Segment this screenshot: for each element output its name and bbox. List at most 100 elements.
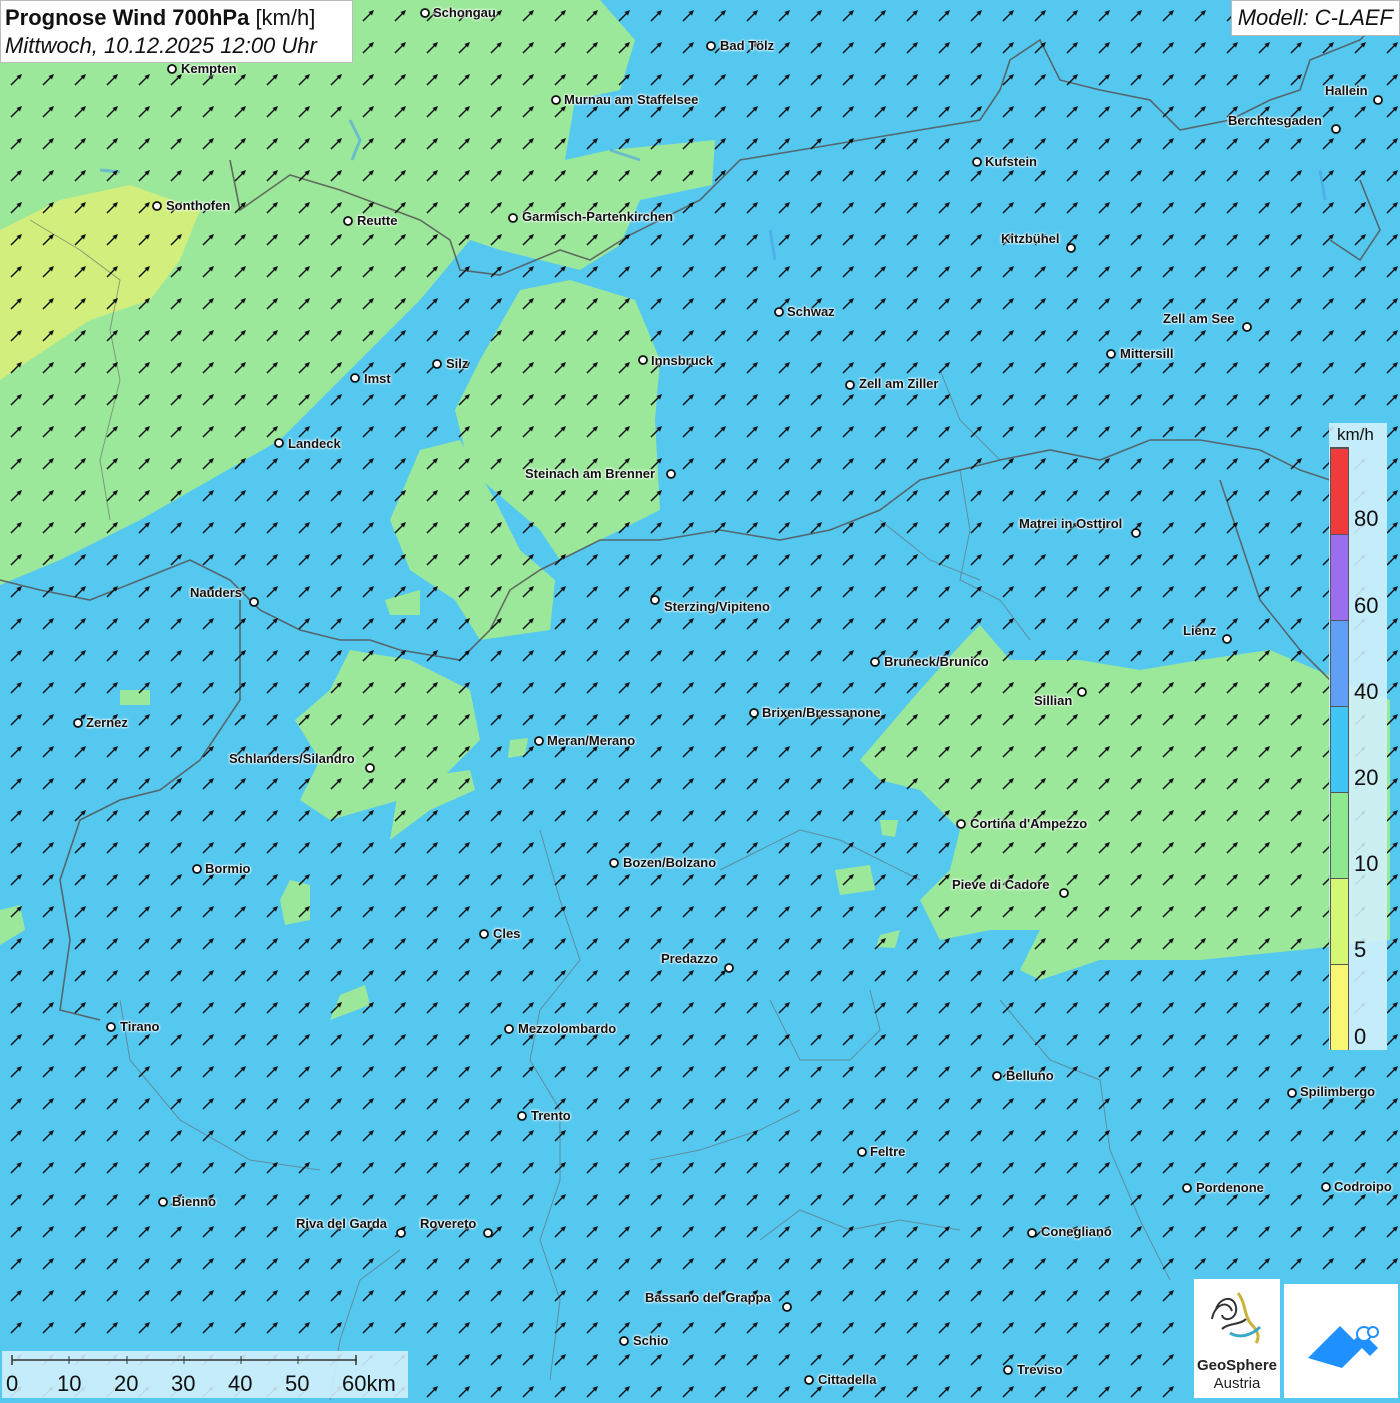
city-label-kufstein: Kufstein [985, 154, 1037, 169]
legend-label-40: 40 [1354, 679, 1379, 704]
city-marker [343, 216, 353, 226]
geosphere-sub: Austria [1213, 1375, 1261, 1392]
city-label-bienno: Bienno [172, 1194, 217, 1209]
city-marker [517, 1111, 527, 1121]
city-marker [350, 373, 360, 383]
city-marker [666, 469, 676, 479]
city-marker [1059, 888, 1069, 898]
color-legend: km/h 80 60 40 20 10 5 0 [1329, 423, 1387, 1050]
city-marker [1182, 1183, 1192, 1193]
legend-bin-5 [1331, 878, 1348, 964]
city-marker [1027, 1228, 1037, 1238]
city-marker [1373, 95, 1383, 105]
legend-label-20: 20 [1354, 765, 1379, 790]
legend-color-bar [1330, 447, 1349, 1050]
city-marker [1287, 1088, 1297, 1098]
scale-label-10: 10 [57, 1371, 82, 1396]
city-label-kitzbuehel: Kitzbühel [1001, 231, 1060, 246]
city-label-cortina: Cortina d'Ampezzo [970, 816, 1088, 831]
city-label-predazzo: Predazzo [661, 951, 719, 966]
legend-label-80: 80 [1354, 506, 1379, 531]
city-label-reutte: Reutte [357, 213, 398, 228]
city-label-silz: Silz [446, 356, 469, 371]
city-label-murnau: Murnau am Staffelsee [564, 92, 699, 107]
city-marker [724, 963, 734, 973]
city-marker [870, 657, 880, 667]
legend-bin-80 [1331, 448, 1348, 534]
legend-bin-0 [1331, 964, 1348, 1050]
city-label-trento: Trento [531, 1108, 571, 1123]
city-label-feltre: Feltre [870, 1144, 906, 1159]
city-label-bassano: Bassano del Grappa [645, 1290, 771, 1305]
geosphere-logo[interactable]: GeoSphere Austria [1194, 1279, 1280, 1398]
city-marker [1066, 243, 1076, 253]
legend-label-0: 0 [1354, 1024, 1367, 1049]
city-label-lienz: Lienz [1183, 623, 1217, 638]
scale-bar: 0 10 20 30 40 50 60km [2, 1351, 408, 1398]
city-marker [504, 1024, 514, 1034]
city-label-matrei: Matrei in Osttirol [1019, 516, 1123, 531]
scale-label-0: 0 [6, 1371, 19, 1396]
city-marker [1077, 687, 1087, 697]
legend-bin-20 [1331, 706, 1348, 792]
city-label-tirano: Tirano [120, 1019, 160, 1034]
city-label-belluno: Belluno [1006, 1068, 1054, 1083]
city-label-berchtesgaden: Berchtesgaden [1228, 113, 1322, 128]
city-label-schongau: Schongau [433, 5, 496, 20]
city-label-sterzing: Sterzing/Vipiteno [664, 599, 770, 614]
legend-label-5: 5 [1354, 937, 1367, 962]
city-label-bozen: Bozen/Bolzano [623, 855, 717, 870]
legend-bin-10 [1331, 792, 1348, 878]
city-label-garmisch: Garmisch-Partenkirchen [522, 209, 674, 224]
scale-label-40: 40 [228, 1371, 253, 1396]
city-marker [804, 1375, 814, 1385]
city-label-cittadella: Cittadella [818, 1372, 877, 1387]
city-label-mezzolombardo: Mezzolombardo [518, 1021, 617, 1036]
city-label-pieve-di-cadore: Pieve di Cadore [952, 877, 1050, 892]
city-label-landeck: Landeck [288, 436, 341, 451]
city-marker [1331, 124, 1341, 134]
legend-label-10: 10 [1354, 851, 1379, 876]
app-logo[interactable] [1284, 1284, 1398, 1398]
map-title-main: Prognose Wind 700hPa [5, 5, 250, 30]
city-marker [956, 819, 966, 829]
scale-label-30: 30 [171, 1371, 196, 1396]
city-label-zell-am-ziller: Zell am Ziller [859, 376, 939, 391]
city-label-hallein: Hallein [1325, 83, 1368, 98]
city-marker [483, 1228, 493, 1238]
model-label: Modell: C-LAEF [1230, 0, 1400, 36]
city-marker [857, 1147, 867, 1157]
city-marker [1131, 528, 1141, 538]
scale-label-20: 20 [114, 1371, 139, 1396]
mountain-cloud-icon [1308, 1326, 1379, 1368]
city-label-zell-am-see: Zell am See [1163, 311, 1235, 326]
city-marker [249, 597, 259, 607]
map-title-box: Prognose Wind 700hPa [km/h] Mittwoch, 10… [0, 0, 353, 63]
city-marker [365, 763, 375, 773]
scale-label-50: 50 [285, 1371, 310, 1396]
legend-bin-60 [1331, 534, 1348, 620]
map-title: Prognose Wind 700hPa [km/h] [5, 4, 348, 32]
geosphere-name: GeoSphere [1196, 1357, 1278, 1374]
city-label-schlanders: Schlanders/Silandro [229, 751, 355, 766]
city-marker [479, 929, 489, 939]
city-marker [619, 1336, 629, 1346]
city-marker [1222, 634, 1232, 644]
map-datetime: Mittwoch, 10.12.2025 12:00 Uhr [5, 33, 317, 58]
city-label-schio: Schio [633, 1333, 669, 1348]
city-label-mittersill: Mittersill [1120, 346, 1174, 361]
city-marker [1106, 349, 1116, 359]
city-label-bormio: Bormio [205, 861, 251, 876]
city-marker [158, 1197, 168, 1207]
geosphere-emblem-icon [1211, 1292, 1262, 1344]
city-marker [782, 1302, 792, 1312]
city-marker [396, 1228, 406, 1238]
city-marker [845, 380, 855, 390]
city-label-sonthofen: Sonthofen [166, 198, 231, 213]
legend-unit: km/h [1337, 425, 1374, 444]
city-label-zernez: Zernez [86, 715, 128, 730]
city-marker [192, 864, 202, 874]
city-marker [274, 438, 284, 448]
city-marker [650, 595, 660, 605]
city-marker [106, 1022, 116, 1032]
